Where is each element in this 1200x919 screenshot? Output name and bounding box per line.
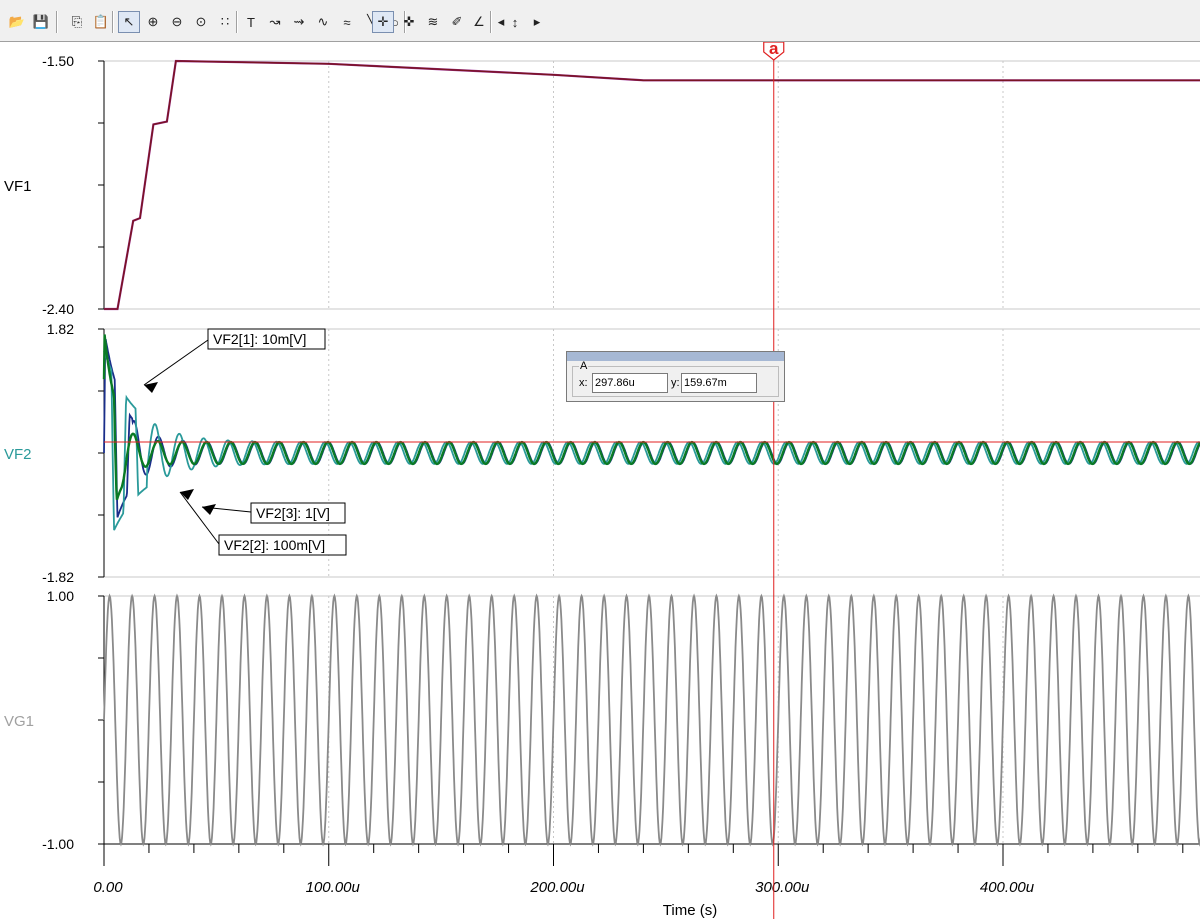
cursor-a-icon: ✛ <box>377 14 389 29</box>
zoom-100-icon: ⊙ <box>195 14 207 29</box>
grid-button[interactable]: ∷ <box>214 11 236 33</box>
formula-button[interactable]: ≈ <box>336 11 358 33</box>
probe-icon: ✐ <box>451 14 463 29</box>
trace-name-label: VF2 <box>4 446 32 463</box>
save-button[interactable]: 💾 <box>30 11 52 33</box>
trace-name-label: VF1 <box>4 178 32 195</box>
cursor-readout-panel[interactable]: A x: 297.86u y: 159.67m <box>566 351 785 402</box>
trace-vf1 <box>104 60 1200 310</box>
arrow-left-button[interactable]: ◂ <box>494 11 508 33</box>
trace-alt-button[interactable]: ⇝ <box>288 11 310 33</box>
open-folder-icon: 📂 <box>8 14 26 29</box>
copy-icon: ⎘ <box>71 14 83 29</box>
annotation-leader <box>143 339 209 386</box>
text-button[interactable]: T <box>240 11 262 33</box>
cursor-a-button[interactable]: ✛ <box>372 11 394 33</box>
y-tick-label: -1.00 <box>42 836 74 852</box>
zoom-in-icon: ⊕ <box>147 14 159 29</box>
pointer-icon: ↖ <box>123 14 135 29</box>
cursor-b-button[interactable]: ✜ <box>398 11 420 33</box>
grid-icon: ∷ <box>220 14 230 29</box>
trace-alt-icon: ⇝ <box>293 14 305 29</box>
cursor-panel-titlebar[interactable] <box>567 352 784 361</box>
y-tick-label: -2.40 <box>42 301 74 317</box>
x-axis-title: Time (s) <box>663 902 717 919</box>
trace-vf1-shadow <box>104 59 1200 311</box>
zoom-in-button[interactable]: ⊕ <box>142 11 164 33</box>
y-tick-label: -1.82 <box>42 569 74 585</box>
x-tick-label: 200.00u <box>529 879 585 896</box>
arrow-right-button[interactable]: ▸ <box>530 11 544 33</box>
x-tick-label: 100.00u <box>306 879 361 896</box>
trace-vg1 <box>103 593 1200 847</box>
curve-icon: ∿ <box>317 14 329 29</box>
toolbar-separator <box>112 11 114 33</box>
open-folder-button[interactable]: 📂 <box>6 11 28 33</box>
x-tick-label: 300.00u <box>755 879 810 896</box>
cursor-y-label: y: <box>671 377 680 389</box>
annotation-arrow <box>202 504 216 515</box>
arrow-updown-button[interactable]: ↕ <box>508 11 522 33</box>
trace-name-label: VG1 <box>4 713 34 730</box>
save-icon: 💾 <box>32 14 50 29</box>
cursor-y-field[interactable]: 159.67m <box>681 373 757 393</box>
annotation-leader <box>179 491 220 545</box>
toolbar-separator <box>490 11 492 33</box>
annotation-label: VF2[2]: 100m[V] <box>224 537 325 553</box>
curves-icon: ≋ <box>427 14 439 29</box>
y-tick-label: -1.50 <box>42 53 74 69</box>
x-tick-label: 400.00u <box>980 879 1035 896</box>
cursor-x-label: x: <box>579 377 588 389</box>
zoom-out-icon: ⊖ <box>171 14 183 29</box>
toolbar: 📂 💾 ⎘ 📋 ↖ ⊕ ⊖ ⊙ ∷ T ↝ ⇝ ∿ ≈ ╲ ○ ✛ ✜ ≋ ✐ ∠ ◂ ↕ ▸ <box>0 0 1200 42</box>
paste-button[interactable]: 📋 <box>90 11 112 33</box>
y-tick-label: 1.00 <box>47 588 74 604</box>
arrow-left-icon: ◂ <box>497 14 505 29</box>
cursor-b-icon: ✜ <box>403 14 415 29</box>
paste-icon: 📋 <box>92 14 110 29</box>
cursor-panel-title: A <box>579 360 589 372</box>
trace-button[interactable]: ↝ <box>264 11 286 33</box>
toolbar-separator <box>236 11 238 33</box>
plot-area: -1.50 -2.40 VF1 1.82 -1.82 VF2 1.00 -1.00 VG1 0.0… <box>4 42 1200 919</box>
annotation-label: VF2[1]: 10m[V] <box>213 331 306 347</box>
curves-button[interactable]: ≋ <box>422 11 444 33</box>
trace-icon: ↝ <box>269 14 281 29</box>
copy-button[interactable]: ⎘ <box>66 11 88 33</box>
cursor-x-field[interactable]: 297.86u <box>592 373 668 393</box>
toolbar-separator <box>56 11 58 33</box>
y-tick-label: 1.82 <box>47 321 74 337</box>
formula-icon: ≈ <box>343 14 351 30</box>
annotation-label: VF2[3]: 1[V] <box>256 505 330 521</box>
cursor-marker-label: a <box>769 42 779 58</box>
zoom-out-button[interactable]: ⊖ <box>166 11 188 33</box>
zoom-100-button[interactable]: ⊙ <box>190 11 212 33</box>
x-tick-label: 0.00 <box>93 879 123 896</box>
curve-button[interactable]: ∿ <box>312 11 334 33</box>
angle-icon: ∠ <box>473 14 485 29</box>
pointer-button[interactable]: ↖ <box>118 11 140 33</box>
text-icon: T <box>247 14 255 30</box>
arrow-right-icon: ▸ <box>533 14 541 29</box>
angle-button[interactable]: ∠ <box>468 11 490 33</box>
probe-button[interactable]: ✐ <box>446 11 468 33</box>
arrow-updown-icon: ↕ <box>511 14 519 30</box>
